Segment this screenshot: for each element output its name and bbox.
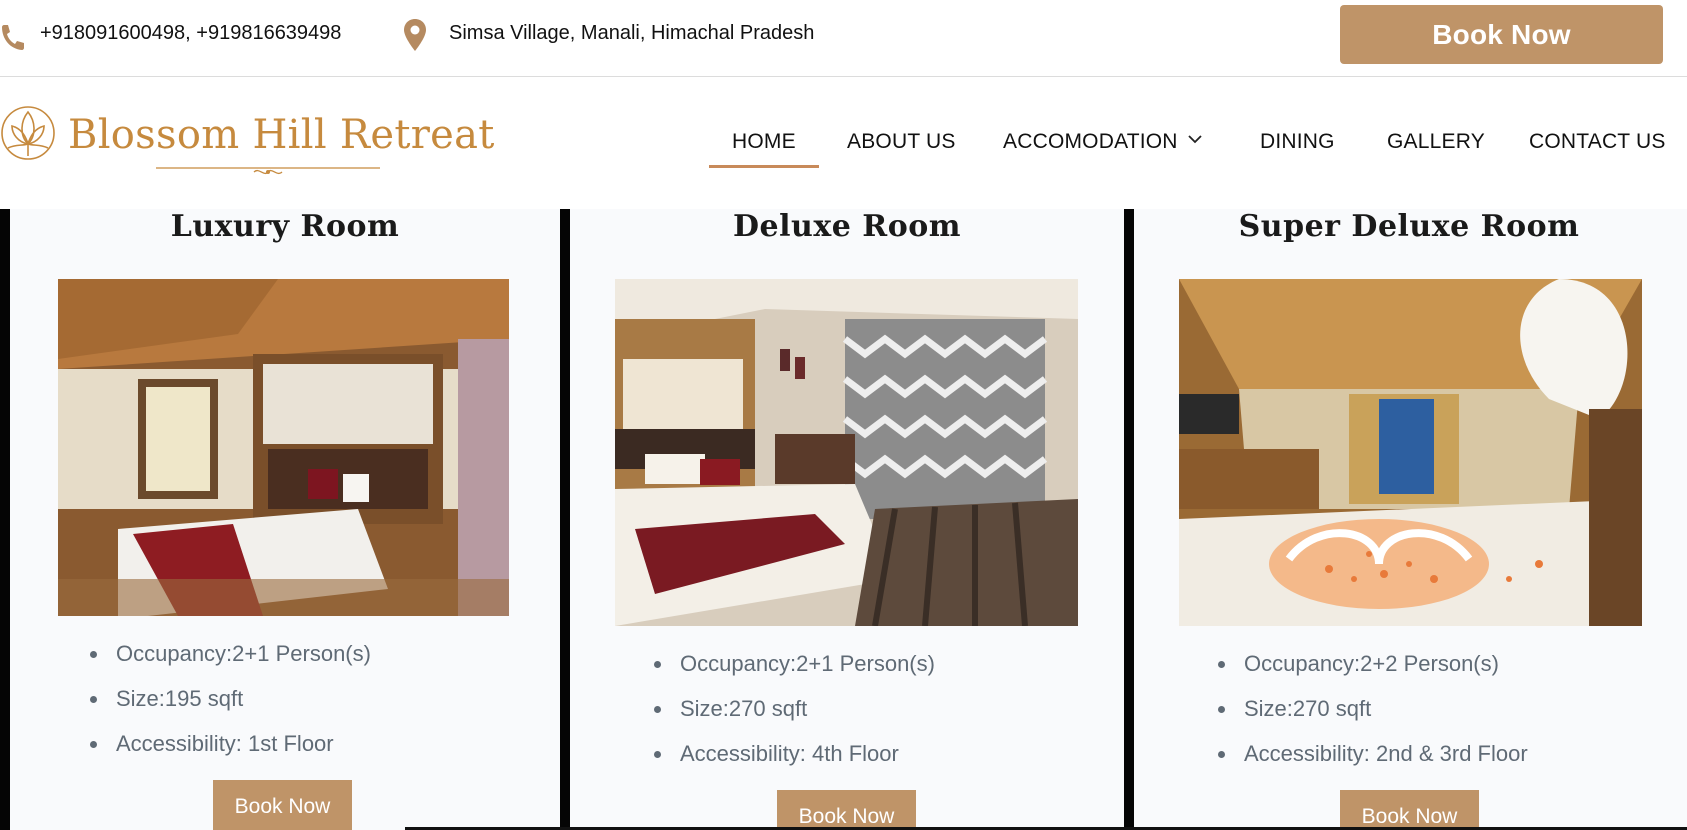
- room-specs: Occupancy:2+1 Person(s) Size:270 sqft Ac…: [654, 649, 935, 784]
- room-title: Super Deluxe Room: [1238, 209, 1580, 244]
- book-now-button[interactable]: Book Now: [213, 780, 352, 830]
- rooms-section: Luxury Room Occupancy:2+1 Person(s) Size…: [0, 209, 1687, 830]
- main-nav: HOME ABOUT US ACCOMODATION DINING GALLER…: [0, 128, 1687, 168]
- room-spec: Size:270 sqft: [1218, 694, 1528, 739]
- nav-contact-us[interactable]: CONTACT US: [1529, 128, 1666, 168]
- nav-home-label: HOME: [732, 130, 796, 153]
- room-spec: Accessibility: 4th Floor: [654, 739, 935, 784]
- room-specs: Occupancy:2+2 Person(s) Size:270 sqft Ac…: [1218, 649, 1528, 784]
- room-spec: Occupancy:2+1 Person(s): [654, 649, 935, 694]
- nav-accomodation[interactable]: ACCOMODATION: [1003, 128, 1202, 168]
- nav-gallery-label: GALLERY: [1387, 130, 1485, 153]
- room-spec: Occupancy:2+2 Person(s): [1218, 649, 1528, 694]
- chevron-down-icon: [1188, 135, 1202, 144]
- nav-gallery[interactable]: GALLERY: [1387, 128, 1485, 168]
- room-card-deluxe: Deluxe Room Occupancy:2+1 Person(s) Size…: [570, 209, 1124, 830]
- site-header: Blossom Hill Retreat HOME ABOUT US ACCOM…: [0, 78, 1687, 209]
- room-card-super-deluxe: Super Deluxe Room Occupancy:2+2 Person(s…: [1134, 209, 1687, 830]
- top-book-now-button[interactable]: Book Now: [1340, 5, 1663, 64]
- room-photo-super-deluxe[interactable]: [1179, 279, 1642, 626]
- room-spec: Accessibility: 1st Floor: [90, 729, 371, 774]
- contact-address: Simsa Village, Manali, Himachal Pradesh: [449, 22, 815, 44]
- location-pin-icon: [404, 19, 426, 51]
- nav-about-us[interactable]: ABOUT US: [847, 128, 956, 168]
- room-spec: Size:270 sqft: [654, 694, 935, 739]
- column-divider: [1124, 209, 1134, 830]
- room-photo-luxury[interactable]: [58, 279, 509, 616]
- nav-dining-label: DINING: [1260, 130, 1335, 153]
- phone-icon: [2, 25, 24, 50]
- top-bar: +918091600498, +919816639498 Simsa Villa…: [0, 0, 1687, 77]
- nav-contact-us-label: CONTACT US: [1529, 130, 1666, 153]
- room-spec: Occupancy:2+1 Person(s): [90, 639, 371, 684]
- nav-accomodation-label: ACCOMODATION: [1003, 130, 1178, 153]
- room-title: Luxury Room: [170, 209, 400, 244]
- contact-phones[interactable]: +918091600498, +919816639498: [40, 22, 341, 45]
- room-photo-deluxe[interactable]: [615, 279, 1078, 626]
- room-spec: Accessibility: 2nd & 3rd Floor: [1218, 739, 1528, 784]
- book-now-button[interactable]: Book Now: [777, 790, 916, 830]
- nav-dining[interactable]: DINING: [1260, 128, 1335, 168]
- room-card-luxury: Luxury Room Occupancy:2+1 Person(s) Size…: [10, 209, 560, 830]
- column-divider: [560, 209, 570, 830]
- room-spec: Size:195 sqft: [90, 684, 371, 729]
- nav-home[interactable]: HOME: [709, 128, 819, 168]
- book-now-button[interactable]: Book Now: [1340, 790, 1479, 830]
- nav-about-us-label: ABOUT US: [847, 130, 956, 153]
- room-title: Deluxe Room: [733, 209, 961, 244]
- column-divider: [0, 209, 10, 830]
- room-specs: Occupancy:2+1 Person(s) Size:195 sqft Ac…: [90, 639, 371, 774]
